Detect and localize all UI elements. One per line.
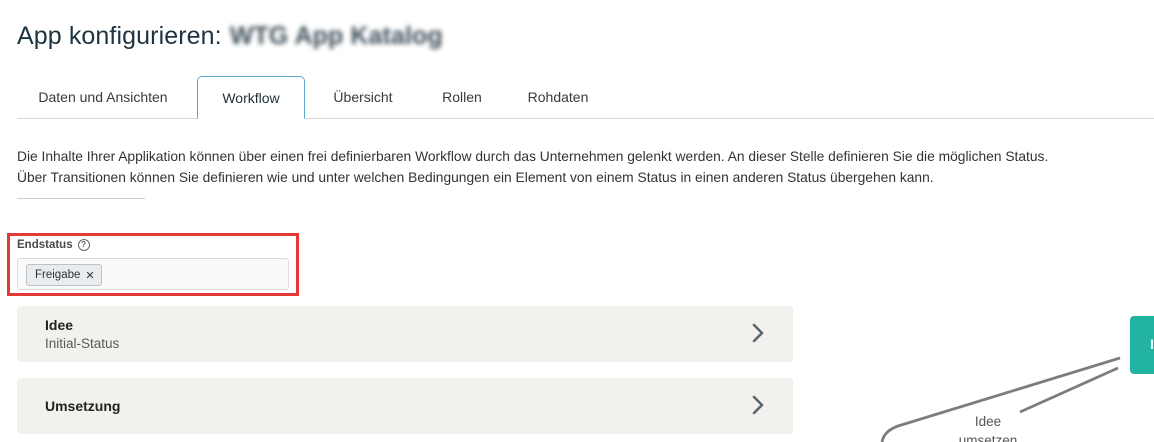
transition-label-line-2: umsetzen: [958, 433, 1018, 442]
endstatus-label: Endstatus ?: [17, 239, 90, 251]
endstatus-label-text: Endstatus: [17, 239, 73, 251]
endstatus-chip: Freigabe ✕: [26, 264, 102, 286]
config-tabs: Daten und Ansichten Workflow Übersicht R…: [17, 76, 1154, 119]
close-icon[interactable]: ✕: [85, 269, 94, 282]
status-card-umsetzung[interactable]: Umsetzung: [17, 378, 793, 434]
description-line-1: Die Inhalte Ihrer Applikation können übe…: [17, 149, 1049, 164]
chevron-right-icon[interactable]: [749, 322, 767, 344]
app-name-blurred: WTG App Katalog: [229, 22, 443, 50]
tab-rollen[interactable]: Rollen: [421, 76, 503, 118]
transition-label-line-1: Idee: [974, 414, 1002, 429]
status-card-idee[interactable]: Idee Initial-Status: [17, 306, 793, 362]
page-title-prefix: App konfigurieren:: [17, 22, 222, 50]
endstatus-multiselect[interactable]: Freigabe ✕: [17, 258, 289, 290]
tab-daten-und-ansichten[interactable]: Daten und Ansichten: [17, 76, 189, 118]
workflow-description: Die Inhalte Ihrer Applikation können übe…: [17, 146, 1137, 188]
section-divider: [17, 198, 145, 199]
question-circle-icon[interactable]: ?: [77, 239, 90, 251]
tab-uebersicht[interactable]: Übersicht: [305, 76, 421, 118]
transition-label: Idee umsetzen: [955, 412, 1021, 442]
node-button-label: I: [1150, 336, 1154, 352]
tab-workflow[interactable]: Workflow: [197, 76, 305, 119]
description-line-2: Über Transitionen können Sie definieren …: [17, 170, 934, 185]
chip-label: Freigabe: [35, 269, 81, 281]
chevron-right-icon[interactable]: [749, 394, 767, 416]
status-name: Idee: [45, 317, 74, 333]
status-name: Umsetzung: [45, 398, 121, 414]
diagram-node-button[interactable]: I: [1130, 316, 1154, 374]
workflow-config-page: App konfigurieren: WTG App Katalog Daten…: [0, 0, 1154, 442]
tab-rohdaten[interactable]: Rohdaten: [503, 76, 613, 118]
status-subtitle: Initial-Status: [45, 336, 120, 351]
page-title: App konfigurieren: WTG App Katalog: [17, 22, 443, 51]
